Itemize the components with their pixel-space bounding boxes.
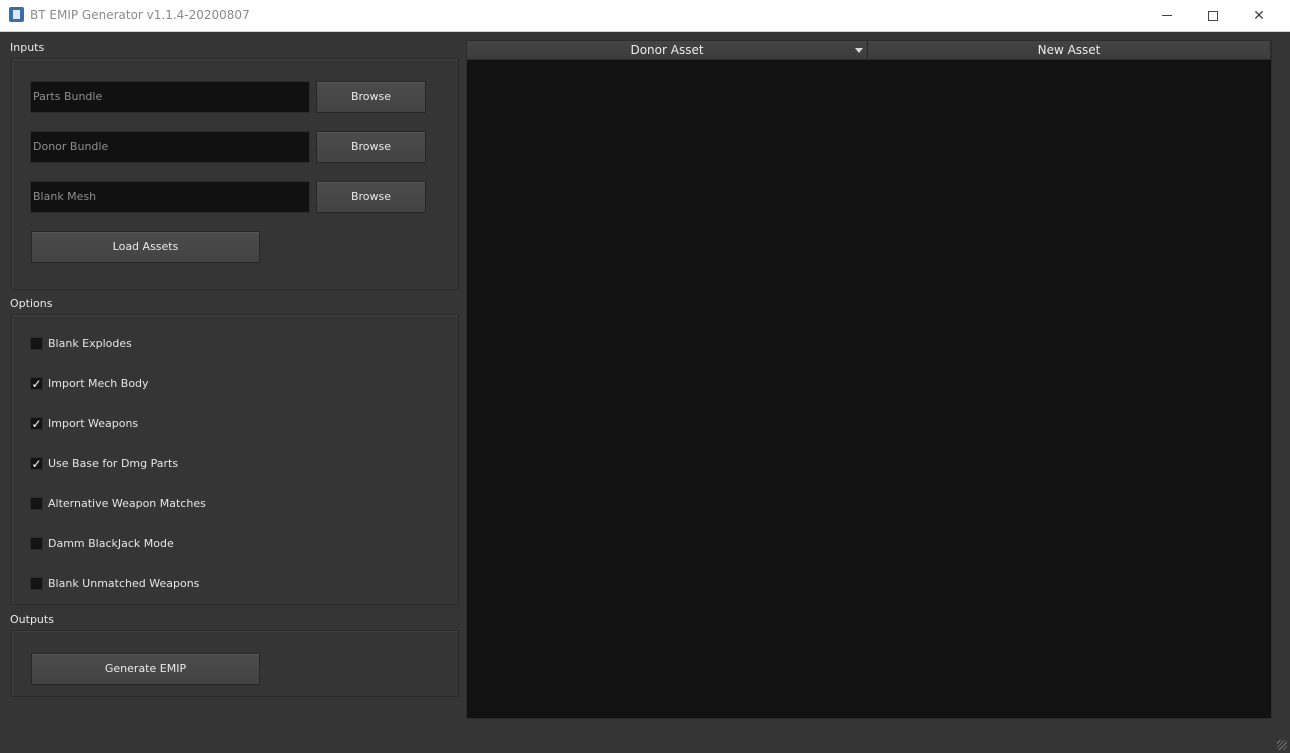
resize-grip-icon[interactable]	[1277, 740, 1287, 750]
minimize-icon	[1162, 15, 1172, 16]
options-section-label: Options	[10, 297, 53, 310]
inputs-section-label: Inputs	[10, 41, 45, 54]
column-header-new-asset[interactable]: New Asset	[868, 41, 1271, 60]
sort-desc-icon	[855, 48, 863, 53]
maximize-icon	[1208, 10, 1218, 21]
blank-mesh-browse-button[interactable]: Browse	[316, 181, 426, 213]
checkbox[interactable]: ✓	[30, 457, 43, 470]
maximize-button[interactable]	[1190, 0, 1236, 31]
load-assets-button[interactable]: Load Assets	[31, 231, 260, 263]
column-header-label: Donor Asset	[630, 43, 704, 57]
parts-bundle-browse-button[interactable]: Browse	[316, 81, 426, 113]
app-icon	[9, 7, 24, 22]
checkbox[interactable]	[30, 337, 43, 350]
column-header-label: New Asset	[1037, 43, 1101, 57]
checkbox[interactable]: ✓	[30, 377, 43, 390]
option-label: Alternative Weapon Matches	[48, 497, 206, 510]
checkbox[interactable]: ✓	[30, 417, 43, 430]
window-title: BT EMIP Generator v1.1.4-20200807	[30, 8, 250, 22]
checkbox[interactable]	[30, 537, 43, 550]
asset-table[interactable]: Donor Asset New Asset	[466, 40, 1272, 719]
title-bar: BT EMIP Generator v1.1.4-20200807 ✕	[0, 0, 1290, 32]
column-header-donor-asset[interactable]: Donor Asset	[467, 41, 868, 60]
donor-bundle-browse-button[interactable]: Browse	[316, 131, 426, 163]
outputs-section-label: Outputs	[10, 613, 54, 626]
checkbox[interactable]	[30, 497, 43, 510]
close-icon: ✕	[1253, 7, 1265, 24]
option-label: Damm BlackJack Mode	[48, 537, 174, 550]
close-button[interactable]: ✕	[1236, 0, 1282, 31]
minimize-button[interactable]	[1144, 0, 1190, 31]
option-label: Import Mech Body	[48, 377, 149, 390]
blank-mesh-input[interactable]: Blank Mesh	[30, 181, 310, 213]
option-label: Blank Unmatched Weapons	[48, 577, 200, 590]
parts-bundle-input[interactable]: Parts Bundle	[30, 81, 310, 113]
option-label: Use Base for Dmg Parts	[48, 457, 179, 470]
donor-bundle-input[interactable]: Donor Bundle	[30, 131, 310, 163]
checkbox[interactable]	[30, 577, 43, 590]
option-label: Blank Explodes	[48, 337, 132, 350]
generate-emip-button[interactable]: Generate EMIP	[31, 653, 260, 685]
option-label: Import Weapons	[48, 417, 139, 430]
